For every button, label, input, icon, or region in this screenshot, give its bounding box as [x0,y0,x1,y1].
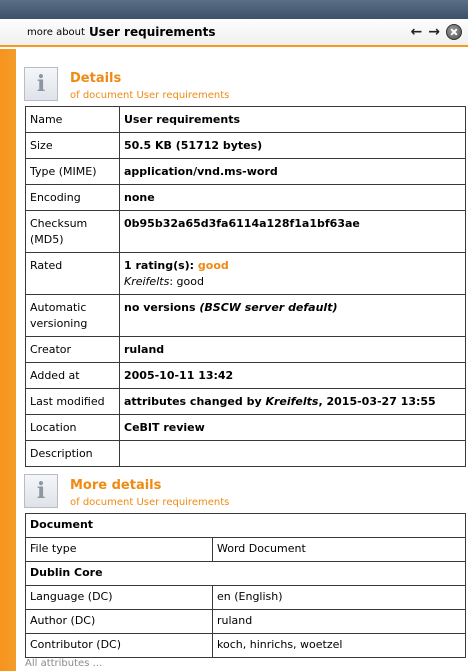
panel-header: more about User requirements ← → [0,19,468,47]
details-subtitle: of document User requirements [70,90,230,101]
table-row: Automatic versioning no versions (BSCW s… [25,294,466,337]
rater-rating: : good [169,275,204,288]
row-label: Creator [25,336,120,363]
table-row: Size 50.5 KB (51712 bytes) [25,132,466,159]
row-value: none [119,184,466,211]
row-value: ruland [119,336,466,363]
row-value: 50.5 KB (51712 bytes) [119,132,466,159]
table-row: Type (MIME) application/vnd.ms-word [25,158,466,185]
row-value-versioning: no versions (BSCW server default) [119,294,466,337]
all-attributes-link[interactable]: All attributes ... [25,658,102,669]
modified-suffix: , 2015-03-27 13:55 [318,395,436,408]
group-header: Document [25,513,466,538]
more-details-subtitle: of document User requirements [70,497,230,508]
row-label: Contributor (DC) [25,633,213,658]
table-row: Location CeBIT review [25,414,466,441]
back-arrow-icon[interactable]: ← [411,23,423,41]
rating-count: 1 rating(s): [124,259,195,272]
row-label: Type (MIME) [25,158,120,185]
rating-cell: 1 rating(s): good Kreifelts: good [119,252,466,295]
forward-arrow-icon[interactable]: → [428,23,440,41]
details-heading: i Details of document User requirements [24,67,229,103]
table-row: Language (DC) en (English) [25,585,466,610]
more-details-table: Document File type Word Document Dublin … [25,513,466,658]
row-label: Last modified [25,388,120,415]
row-label: Location [25,414,120,441]
table-row: Rated 1 rating(s): good Kreifelts: good [25,252,466,295]
more-details-title: More details [70,478,162,493]
row-label: Language (DC) [25,585,213,610]
header-nav: ← → [411,23,462,41]
info-icon: i [24,474,58,508]
location-link[interactable]: CeBIT review [119,414,466,441]
row-value: User requirements [119,106,466,133]
group-header: Dublin Core [25,561,466,586]
rater-name: Kreifelts [124,275,170,288]
versioning-value: no versions [124,301,196,314]
table-row: Author (DC) ruland [25,609,466,634]
row-value: koch, hinrichs, woetzel [212,633,466,658]
table-row: Last modified attributes changed by Krei… [25,388,466,415]
row-value-modified: attributes changed by Kreifelts, 2015-03… [119,388,466,415]
header-prefix: more about [27,26,85,38]
row-value: 0b95b32a65d3fa6114a128f1a1bf63ae [119,210,466,253]
row-value: Word Document [212,537,466,562]
window-top-bar [0,0,468,19]
row-label: Rated [25,252,120,295]
row-value [119,440,466,467]
details-table: Name User requirements Size 50.5 KB (517… [25,106,466,467]
row-value: application/vnd.ms-word [119,158,466,185]
table-row: Checksum (MD5) 0b95b32a65d3fa6114a128f1a… [25,210,466,253]
row-label: Author (DC) [25,609,213,634]
versioning-note: (BSCW server default) [199,301,338,314]
info-icon: i [24,67,58,101]
table-row: Name User requirements [25,106,466,133]
more-details-heading: i More details of document User requirem… [24,474,229,510]
modified-user: Kreifelts [265,395,319,408]
row-value: ruland [212,609,466,634]
row-label: Size [25,132,120,159]
table-row: Document [25,513,466,538]
header-title: User requirements [88,25,216,39]
row-label: Automatic versioning [25,294,120,337]
modified-prefix: attributes changed by [124,395,262,408]
table-row: Dublin Core [25,561,466,586]
table-row: Added at 2005-10-11 13:42 [25,362,466,389]
row-label: Added at [25,362,120,389]
row-value: 2005-10-11 13:42 [119,362,466,389]
table-row: File type Word Document [25,537,466,562]
row-label: Description [25,440,120,467]
row-label: Name [25,106,120,133]
table-row: Contributor (DC) koch, hinrichs, woetzel [25,633,466,658]
row-label: Checksum (MD5) [25,210,120,253]
table-row: Description [25,440,466,467]
row-label: File type [25,537,213,562]
table-row: Creator ruland [25,336,466,363]
row-label: Encoding [25,184,120,211]
rating-value-link[interactable]: good [198,259,229,272]
orange-sidebar [0,49,16,671]
close-icon[interactable] [446,24,462,40]
row-value: en (English) [212,585,466,610]
table-row: Encoding none [25,184,466,211]
details-title: Details [70,71,122,86]
